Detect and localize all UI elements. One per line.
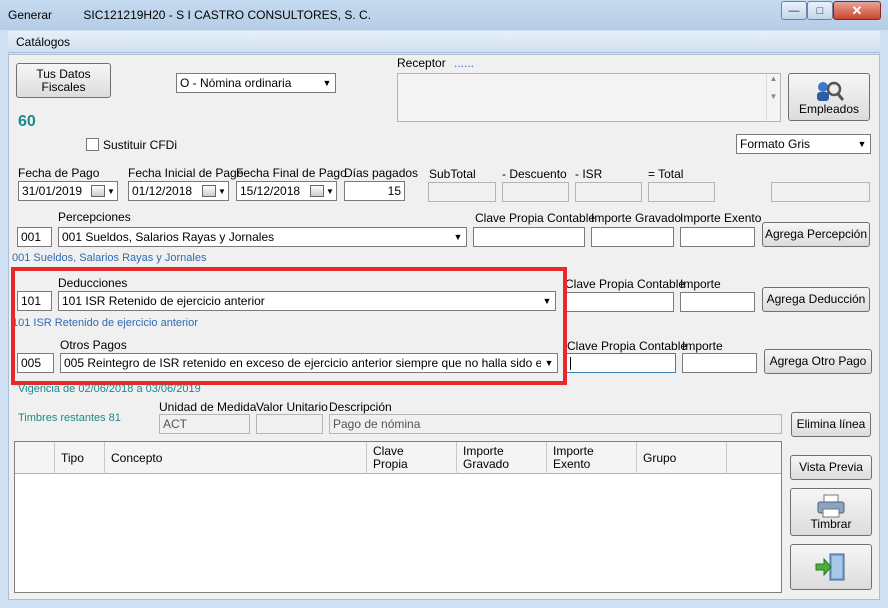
chevron-down-icon: ▼ <box>107 186 115 196</box>
salir-button[interactable] <box>790 544 872 590</box>
generar-menu[interactable]: Generar <box>8 8 52 22</box>
timbres-text: Timbres restantes 81 <box>18 412 121 424</box>
isr-label: - ISR <box>575 167 603 181</box>
agrega-otro-pago-button[interactable]: Agrega Otro Pago <box>764 349 872 374</box>
search-people-icon <box>817 81 844 101</box>
agrega-percepcion-button[interactable]: Agrega Percepción <box>762 222 870 247</box>
importe-gravado-input[interactable] <box>591 227 674 247</box>
otro-pago-importe-label: Importe <box>682 339 723 353</box>
agrega-deduccion-button[interactable]: Agrega Deducción <box>762 287 870 312</box>
vigencia-text: Vigencia de 02/06/2018 a 03/06/2019 <box>18 383 201 395</box>
conceptos-grid[interactable]: Tipo Concepto Clave Propia Importe Grava… <box>14 441 782 593</box>
highlight-frame <box>11 267 567 385</box>
printer-icon <box>817 494 845 517</box>
grid-col-clave[interactable]: Clave Propia <box>367 442 457 474</box>
otro-pago-clave-input[interactable] <box>566 353 676 373</box>
unidad-field: ACT <box>159 414 250 434</box>
fecha-final-value: 15/12/2018 <box>240 184 301 198</box>
valor-unitario-label: Valor Unitario <box>256 400 328 414</box>
menu-catalogos[interactable]: Catálogos <box>16 35 70 49</box>
otro-pago-importe-input[interactable] <box>682 353 757 373</box>
fecha-inicial-picker[interactable]: 01/12/2018 ▼ <box>128 181 229 201</box>
chevron-down-icon: ▼ <box>218 186 226 196</box>
fecha-pago-value: 31/01/2019 <box>22 184 83 198</box>
fecha-inicial-label: Fecha Inicial de Pago <box>128 166 244 180</box>
deduccion-clave-label: Clave Propia Contable <box>565 277 686 291</box>
fecha-inicial-value: 01/12/2018 <box>132 184 193 198</box>
menu-bar <box>8 31 880 53</box>
otro-pago-clave-label: Clave Propia Contable <box>567 339 688 353</box>
receptor-scrollbar[interactable]: ▲ ▼ <box>766 74 780 121</box>
dias-label: Días pagados <box>344 166 419 180</box>
grid-col-gravado[interactable]: Importe Gravado <box>457 442 547 474</box>
percepcion-clave-input[interactable] <box>473 227 585 247</box>
chevron-down-icon: ▼ <box>326 186 334 196</box>
nomina-type-select[interactable]: O - Nómina ordinaria ▼ <box>176 73 336 93</box>
total-field <box>648 182 715 202</box>
grid-col-exento[interactable]: Importe Exento <box>547 442 637 474</box>
close-icon[interactable]: ✕ <box>833 1 881 20</box>
unidad-label: Unidad de Medida <box>159 400 257 414</box>
dias-input[interactable]: 15 <box>344 181 405 201</box>
tus-datos-fiscales-button[interactable]: Tus Datos Fiscales <box>16 63 111 98</box>
extra-field <box>771 182 870 202</box>
maximize-icon[interactable]: □ <box>807 1 833 20</box>
grid-col-grupo[interactable]: Grupo <box>637 442 727 474</box>
formato-select[interactable]: Formato Gris ▼ <box>736 134 871 154</box>
calendar-icon <box>310 185 324 197</box>
deduccion-importe-input[interactable] <box>680 292 755 312</box>
percepcion-select[interactable]: 001 Sueldos, Salarios Rayas y Jornales ▼ <box>58 227 467 247</box>
chevron-down-icon: ▼ <box>453 232 463 242</box>
subtotal-label: SubTotal <box>429 167 476 181</box>
descuento-field <box>502 182 569 202</box>
receptor-label: Receptor <box>397 56 446 70</box>
grid-col-concepto[interactable]: Concepto <box>105 442 367 474</box>
vista-previa-button[interactable]: Vista Previa <box>790 455 872 480</box>
nomina-type-value: O - Nómina ordinaria <box>180 76 292 90</box>
sustituir-checkbox[interactable] <box>86 138 99 151</box>
fecha-final-picker[interactable]: 15/12/2018 ▼ <box>236 181 337 201</box>
percepcion-value: 001 Sueldos, Salarios Rayas y Jornales <box>62 230 275 244</box>
fecha-pago-picker[interactable]: 31/01/2019 ▼ <box>18 181 118 201</box>
importe-exento-label: Importe Exento <box>680 211 762 225</box>
minimize-icon[interactable]: — <box>781 1 807 20</box>
percepcion-code-input[interactable]: 001 <box>17 227 52 247</box>
percepcion-clave-label: Clave Propia Contable <box>475 211 596 225</box>
chevron-down-icon: ▼ <box>857 139 867 149</box>
importe-exento-input[interactable] <box>680 227 755 247</box>
counter-value: 60 <box>18 113 36 130</box>
timbrar-label: Timbrar <box>810 516 852 531</box>
valor-unitario-field <box>256 414 323 434</box>
company-title: SIC121219H20 - S I CASTRO CONSULTORES, S… <box>83 8 372 22</box>
empleados-label: Empleados <box>798 101 860 116</box>
timbrar-button[interactable]: Timbrar <box>790 488 872 536</box>
grid-col-tipo[interactable]: Tipo <box>55 442 105 474</box>
fecha-pago-label: Fecha de Pago <box>18 166 100 180</box>
subtotal-field <box>428 182 496 202</box>
receptor-textarea[interactable]: ▲ ▼ <box>397 73 781 122</box>
total-label: = Total <box>648 167 684 181</box>
fecha-final-label: Fecha Final de Pago <box>236 166 347 180</box>
chevron-down-icon: ▼ <box>322 78 332 88</box>
deduccion-importe-label: Importe <box>680 277 721 291</box>
receptor-dots: ...... <box>454 56 475 70</box>
percepcion-note: 001 Sueldos, Salarios Rayas y Jornales <box>12 252 207 264</box>
descripcion-field: Pago de nómina <box>329 414 782 434</box>
formato-value: Formato Gris <box>740 137 811 151</box>
importe-gravado-label: Importe Gravado <box>591 211 682 225</box>
grid-header: Tipo Concepto Clave Propia Importe Grava… <box>15 442 781 474</box>
sustituir-label: Sustituir CFDi <box>103 138 178 152</box>
deduccion-clave-input[interactable] <box>565 292 674 312</box>
elimina-linea-button[interactable]: Elimina línea <box>791 412 871 437</box>
exit-door-icon <box>815 553 845 581</box>
descripcion-label: Descripción <box>329 400 392 414</box>
window-title: Generar SIC121219H20 - S I CASTRO CONSUL… <box>8 8 371 22</box>
calendar-icon <box>91 185 105 197</box>
percepciones-label: Percepciones <box>58 210 131 224</box>
isr-field <box>575 182 642 202</box>
calendar-icon <box>202 185 216 197</box>
empleados-button[interactable]: Empleados <box>788 73 870 121</box>
descuento-label: - Descuento <box>502 167 567 181</box>
grid-row-header <box>15 442 55 474</box>
